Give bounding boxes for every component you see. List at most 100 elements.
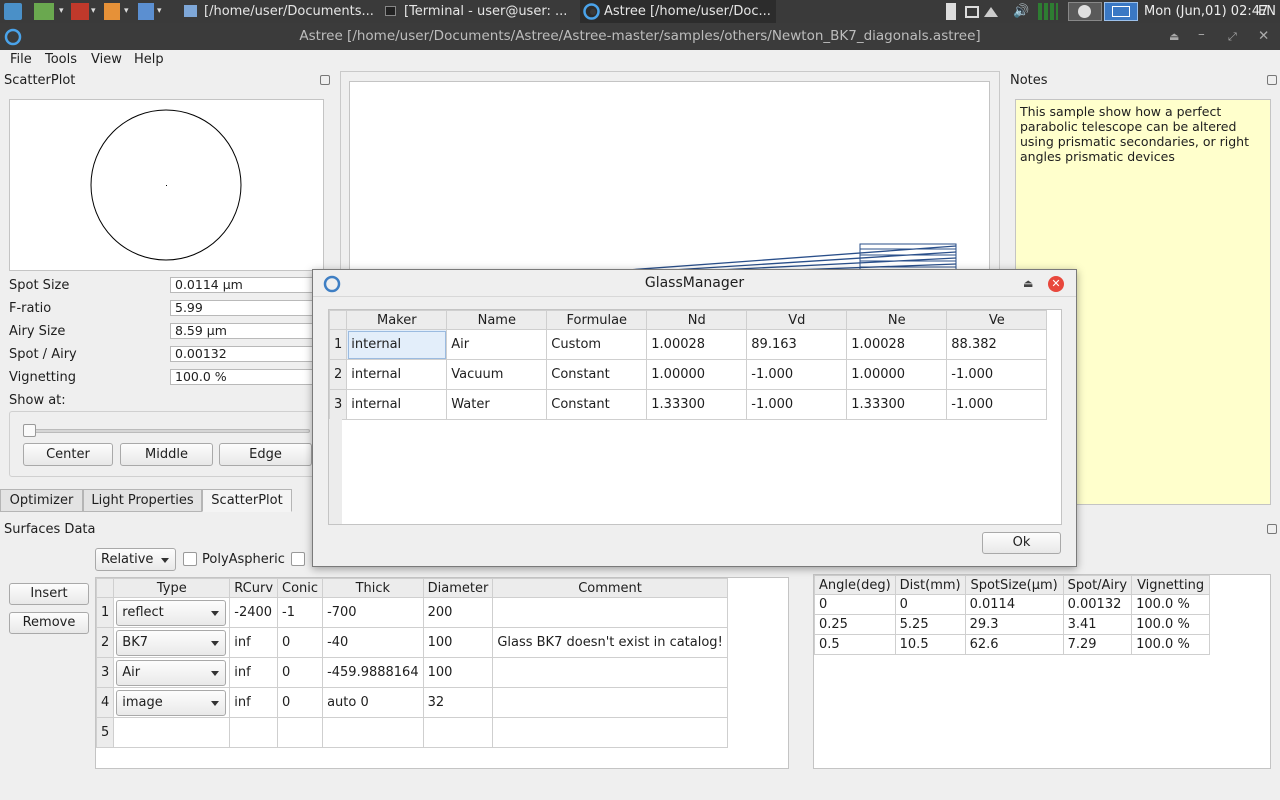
ok-button[interactable]: Ok [982, 532, 1061, 554]
rcurv-cell[interactable]: -2400 [229, 597, 279, 628]
column-header-conic[interactable]: Conic [277, 578, 324, 598]
polyaspheric-checkbox[interactable] [183, 552, 197, 566]
result-cell[interactable]: 0.00132 [1062, 594, 1133, 615]
glass-cell[interactable]: Custom [546, 329, 648, 360]
glass-cell[interactable]: 88.382 [946, 329, 1048, 360]
comment-cell[interactable] [492, 717, 728, 748]
result-cell[interactable]: 29.3 [964, 614, 1064, 635]
result-cell[interactable]: 100.0 % [1131, 594, 1211, 615]
clock[interactable]: Mon (Jun,01) 02:47 [1144, 0, 1268, 23]
glass-cell[interactable]: Water [446, 389, 548, 420]
result-cell[interactable]: 100.0 % [1131, 614, 1211, 635]
column-header-thick[interactable]: Thick [322, 578, 424, 598]
column-header-type[interactable]: Type [113, 578, 231, 598]
option-checkbox[interactable] [291, 552, 305, 566]
tab-optimizer[interactable]: Optimizer [0, 489, 83, 512]
column-header-angle[interactable]: Angle(deg) [814, 575, 896, 595]
glass-cell[interactable]: internal [346, 359, 448, 390]
tab-scatterplot[interactable]: ScatterPlot [202, 489, 292, 512]
column-header-diameter[interactable]: Diameter [422, 578, 494, 598]
table-row[interactable]: 2 internal Vacuum Constant 1.00000 -1.000 1.00… [328, 359, 1048, 390]
column-header-rcurv[interactable]: RCurv [229, 578, 279, 598]
app-menu-icon[interactable] [4, 3, 22, 20]
editor-icon[interactable] [71, 3, 89, 20]
edge-button[interactable]: Edge [219, 443, 312, 466]
image-viewer-icon[interactable] [34, 3, 54, 20]
taskbar-task-documents[interactable]: [/home/user/Documents... [180, 0, 376, 23]
conic-cell[interactable]: 0 [277, 687, 324, 718]
workspace-1[interactable] [1068, 2, 1102, 21]
table-row[interactable]: 2 BK7 inf 0 -40 100 Glass BK7 doesn't exist in… [95, 627, 728, 658]
chevron-down-icon[interactable]: ▾ [124, 3, 132, 20]
glass-cell[interactable]: 1.00000 [646, 359, 748, 390]
type-cell[interactable]: BK7 [113, 627, 231, 658]
keyboard-layout[interactable]: EN [1258, 0, 1276, 23]
shade-icon[interactable]: ⏏ [1023, 270, 1033, 297]
volume-icon[interactable]: 🔊 [1013, 3, 1029, 20]
glass-cell[interactable]: 89.163 [746, 329, 848, 360]
glass-cell[interactable]: Air [446, 329, 548, 360]
field-position-slider-track[interactable] [24, 429, 310, 433]
column-header-vignetting[interactable]: Vignetting [1131, 575, 1211, 595]
column-header-maker[interactable]: Maker [346, 310, 448, 330]
undock-icon[interactable] [1267, 524, 1277, 534]
tab-light-properties[interactable]: Light Properties [83, 489, 202, 512]
conic-cell[interactable]: 0 [277, 657, 324, 688]
glass-cell[interactable]: Constant [546, 389, 648, 420]
glass-cell[interactable]: -1.000 [746, 359, 848, 390]
comment-cell[interactable] [492, 597, 728, 628]
diameter-cell[interactable]: 100 [422, 657, 494, 688]
table-row[interactable]: 4 image inf 0 auto 0 32 [95, 687, 728, 718]
result-cell[interactable]: 0 [814, 594, 896, 615]
rcurv-cell[interactable]: inf [229, 657, 279, 688]
diameter-cell[interactable]: 32 [422, 687, 494, 718]
surface-type-select[interactable]: reflect [116, 599, 227, 626]
rcurv-cell[interactable]: inf [229, 627, 279, 658]
column-header-nd[interactable]: Nd [646, 310, 748, 330]
glass-cell[interactable]: 1.00028 [646, 329, 748, 360]
result-cell[interactable]: 5.25 [894, 614, 966, 635]
surface-type-select[interactable]: Air [116, 659, 227, 686]
battery-icon[interactable] [946, 3, 956, 20]
table-row[interactable]: 3 internal Water Constant 1.33300 -1.000 1.333… [328, 389, 1048, 420]
thick-cell[interactable]: auto 0 [322, 687, 424, 718]
glass-cell[interactable]: -1.000 [946, 359, 1048, 390]
type-cell[interactable]: reflect [113, 597, 231, 628]
menu-view[interactable]: View [91, 52, 122, 67]
surface-type-select[interactable]: image [116, 689, 227, 716]
result-cell[interactable]: 0.25 [814, 614, 896, 635]
column-header-ne[interactable]: Ne [846, 310, 948, 330]
shade-icon[interactable]: ⏏ [1169, 23, 1179, 50]
chevron-down-icon[interactable]: ▾ [157, 3, 165, 20]
type-cell[interactable] [113, 717, 231, 748]
table-row[interactable]: 0 0 0.0114 0.00132 100.0 % [814, 594, 1211, 615]
undock-icon[interactable] [1267, 75, 1277, 85]
column-header-dist[interactable]: Dist(mm) [894, 575, 966, 595]
rcurv-cell[interactable]: inf [229, 687, 279, 718]
workspace-2[interactable] [1104, 2, 1138, 21]
table-row[interactable]: 1 reflect -2400 -1 -700 200 [95, 597, 728, 628]
column-header-name[interactable]: Name [446, 310, 548, 330]
minimize-icon[interactable]: – [1198, 21, 1205, 48]
column-header-formulae[interactable]: Formulae [546, 310, 648, 330]
remove-button[interactable]: Remove [9, 612, 89, 634]
glass-cell[interactable]: Vacuum [446, 359, 548, 390]
result-cell[interactable]: 7.29 [1062, 634, 1133, 655]
result-cell[interactable]: 10.5 [894, 634, 966, 655]
table-row[interactable]: 5 [95, 717, 728, 748]
comment-cell[interactable] [492, 657, 728, 688]
result-cell[interactable]: 0.0114 [964, 594, 1064, 615]
glass-cell[interactable]: 1.33300 [846, 389, 948, 420]
menu-file[interactable]: File [10, 52, 32, 67]
conic-cell[interactable] [277, 717, 324, 748]
glass-cell[interactable]: internal [346, 389, 448, 420]
type-cell[interactable]: Air [113, 657, 231, 688]
comment-cell[interactable] [492, 687, 728, 718]
column-header-vd[interactable]: Vd [746, 310, 848, 330]
glass-cell[interactable]: 1.00000 [846, 359, 948, 390]
insert-button[interactable]: Insert [9, 583, 89, 605]
menu-help[interactable]: Help [134, 52, 164, 67]
menu-tools[interactable]: Tools [45, 52, 77, 67]
close-icon[interactable]: ✕ [1258, 23, 1269, 50]
rcurv-cell[interactable] [229, 717, 279, 748]
